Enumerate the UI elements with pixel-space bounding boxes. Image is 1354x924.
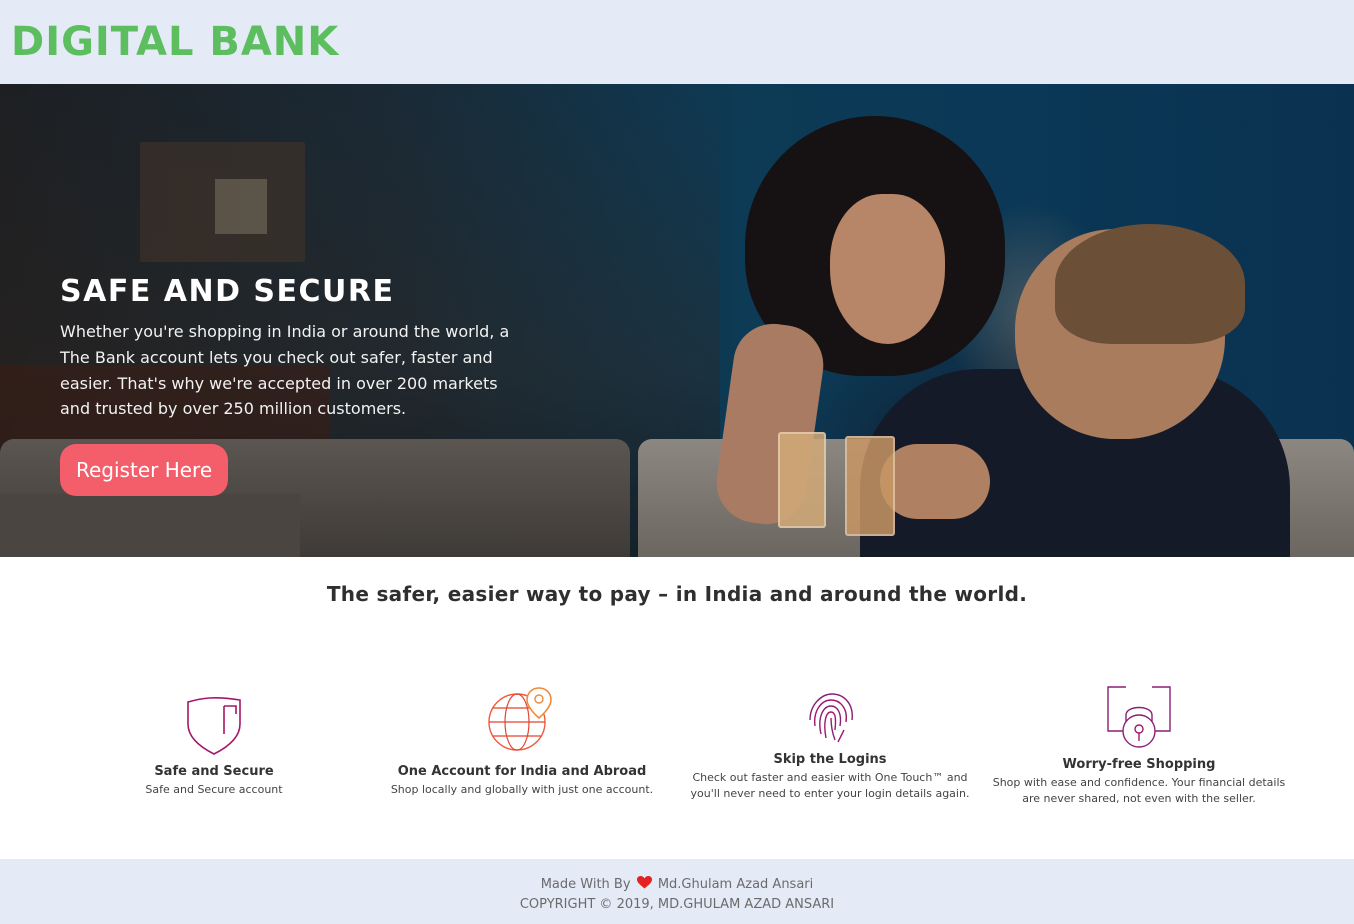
footer-credit: Made With By Md.Ghulam Azad Ansari bbox=[0, 873, 1354, 895]
hero-content: SAFE AND SECURE Whether you're shopping … bbox=[60, 274, 510, 497]
hero-photo-glass-left bbox=[778, 432, 826, 528]
feature-skip-logins: Skip the Logins Check out faster and eas… bbox=[680, 690, 980, 802]
feature-desc: Shop with ease and confidence. Your fina… bbox=[992, 776, 1286, 805]
feature-title: Worry-free Shopping bbox=[1062, 757, 1216, 772]
hero-photo-hand bbox=[880, 444, 990, 519]
hero-title: SAFE AND SECURE bbox=[60, 274, 395, 309]
hero-photo-man-hair bbox=[1055, 224, 1245, 344]
feature-desc: Safe and Secure account bbox=[145, 783, 283, 796]
hero-description: Whether you're shopping in India or arou… bbox=[60, 322, 510, 419]
brand-logo[interactable]: DIGITAL BANK bbox=[11, 19, 339, 65]
lock-icon bbox=[1107, 685, 1171, 748]
shield-icon bbox=[187, 697, 241, 755]
fingerprint-icon bbox=[809, 693, 853, 743]
hero-photo-cushion bbox=[0, 494, 300, 557]
hero-banner: SAFE AND SECURE Whether you're shopping … bbox=[0, 84, 1354, 557]
hero-photo-woman-face bbox=[830, 194, 945, 344]
footer: Made With By Md.Ghulam Azad Ansari COPYR… bbox=[0, 859, 1354, 924]
feature-title: Safe and Secure bbox=[154, 764, 274, 779]
tagline: The safer, easier way to pay – in India … bbox=[326, 582, 1028, 606]
footer-copyright: COPYRIGHT © 2019, MD.GHULAM AZAD ANSARI bbox=[519, 897, 835, 912]
heart-icon bbox=[636, 873, 652, 893]
features-section: Safe and Secure Safe and Secure account … bbox=[0, 680, 1354, 855]
register-button[interactable]: Register Here bbox=[60, 444, 229, 497]
footer-author[interactable]: Md.Ghulam Azad Ansari bbox=[658, 877, 813, 892]
feature-title: One Account for India and Abroad bbox=[397, 764, 647, 779]
header: DIGITAL BANK bbox=[0, 0, 1354, 84]
feature-title: Skip the Logins bbox=[773, 752, 887, 767]
feature-worry-free: Worry-free Shopping Shop with ease and c… bbox=[989, 685, 1289, 807]
feature-one-account: One Account for India and Abroad Shop lo… bbox=[372, 686, 672, 798]
feature-desc: Shop locally and globally with just one … bbox=[390, 783, 654, 796]
hero-photo-glass-right bbox=[845, 436, 895, 536]
feature-desc: Check out faster and easier with One Tou… bbox=[690, 771, 970, 800]
feature-safe-secure: Safe and Secure Safe and Secure account bbox=[64, 694, 364, 798]
hero-photo-frame-inner bbox=[215, 179, 267, 234]
footer-made-with: Made With By bbox=[540, 877, 631, 892]
globe-location-icon bbox=[488, 687, 552, 751]
